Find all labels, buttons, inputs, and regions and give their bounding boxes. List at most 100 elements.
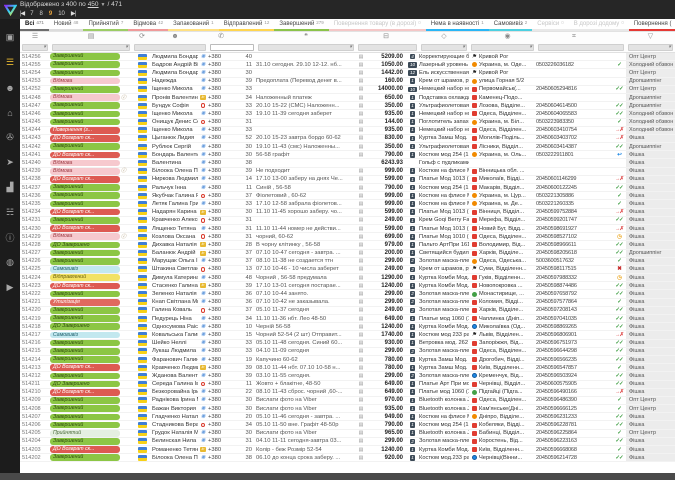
filter-phone[interactable] — [210, 44, 254, 51]
filter-total[interactable] — [358, 44, 417, 51]
invoice-icon[interactable]: ▤ — [356, 396, 366, 404]
page-button-10[interactable]: 10 — [58, 10, 65, 18]
sidebar-item-settings[interactable]: ☵ — [0, 200, 20, 225]
tracking-number[interactable]: 20450598117515 — [536, 265, 612, 273]
tab-В дорозі додому[interactable]: В дорозі додому0 — [569, 19, 629, 31]
city-column-icon[interactable]: ◉ — [479, 32, 536, 42]
invoice-icon[interactable]: ▤ — [356, 126, 366, 134]
phone-number[interactable]: +380 — [208, 298, 234, 306]
tracking-number[interactable]: 20450596231233 — [536, 413, 612, 421]
invoice-icon[interactable]: ▤ — [356, 151, 366, 159]
phone-number[interactable]: +380 — [208, 94, 234, 102]
phone-number[interactable]: +380 — [208, 69, 234, 77]
tracking-number[interactable]: 20450604065583 — [536, 110, 612, 118]
filter-id[interactable]: ▾ — [22, 44, 48, 51]
phone-number[interactable]: +380 — [208, 265, 234, 273]
phone-number[interactable]: +380 — [208, 274, 234, 282]
display-range[interactable]: Відображено з 400 по 450 ▼ / 471 — [20, 1, 122, 9]
phone-number[interactable]: +380 — [208, 225, 234, 233]
phone-number[interactable]: +380 — [208, 396, 234, 404]
tab-Відправлений[interactable]: Відправлений12 — [219, 19, 275, 31]
first-page-button[interactable]: |◀ — [20, 10, 24, 18]
invoice-icon[interactable]: ▤ — [356, 134, 366, 142]
invoice-icon[interactable]: ▤ — [356, 257, 366, 265]
phone-number[interactable]: +380 — [208, 61, 234, 69]
invoice-icon[interactable]: ▤ — [356, 454, 366, 462]
tracking-number[interactable]: 20450597577864 — [536, 298, 612, 306]
invoice-icon[interactable]: ▤ — [356, 364, 366, 372]
invoice-icon[interactable]: ▤ — [356, 102, 366, 110]
tab-Прийнятий[interactable]: Прийнятий7 — [83, 19, 128, 31]
source-column-icon[interactable]: ⟳ — [132, 32, 152, 42]
invoice-icon[interactable]: ▤ — [356, 69, 366, 77]
tab-Запакований[interactable]: Запакований1 — [168, 19, 219, 31]
phone-number[interactable]: +380 — [208, 102, 234, 110]
invoice-icon[interactable]: ▤ — [356, 61, 366, 69]
invoice-icon[interactable]: ▤ — [356, 331, 366, 339]
tracking-number[interactable]: 0503223983350 — [536, 118, 612, 126]
filter-customer[interactable] — [134, 44, 206, 51]
invoice-icon[interactable]: ▤ — [356, 175, 366, 183]
phone-number[interactable]: +380 — [208, 208, 234, 216]
sidebar-item-marketing[interactable]: ➤ — [0, 150, 20, 175]
comment-column-icon[interactable]: ❝ — [256, 32, 356, 42]
invoice-icon[interactable]: ▤ — [356, 241, 366, 249]
phone-number[interactable]: +380 — [208, 323, 234, 331]
invoice-icon[interactable]: ▤ — [356, 339, 366, 347]
phone-number[interactable]: +380 — [208, 282, 234, 290]
invoice-icon[interactable]: ▤ — [356, 85, 366, 93]
tracking-number[interactable]: 20450596668068 — [536, 446, 612, 454]
phone-number[interactable]: +380 — [208, 143, 234, 151]
tab-Відмова[interactable]: Відмова42 — [128, 19, 168, 31]
invoice-icon[interactable]: ▤ — [356, 53, 366, 61]
phone-number[interactable]: +380 — [208, 200, 234, 208]
phone-number[interactable]: +380 — [208, 134, 234, 142]
display-range-value[interactable]: 450 — [88, 1, 99, 9]
tracking-column-icon[interactable]: ⌗ — [536, 32, 612, 42]
invoice-icon[interactable]: ▤ — [356, 265, 366, 273]
invoice-icon[interactable]: ▤ — [356, 446, 366, 454]
invoice-icon[interactable]: ▤ — [356, 298, 366, 306]
tab-Самовивіз[interactable]: Самовивіз2 — [489, 19, 533, 31]
invoice-icon[interactable]: ▤ — [356, 94, 366, 102]
invoice-icon[interactable]: ▤ — [356, 216, 366, 224]
tracking-number[interactable]: 20450597988332 — [536, 274, 612, 282]
tracking-number[interactable]: 20450605294816 — [536, 85, 612, 93]
tracking-number[interactable]: 0503221305886 — [536, 192, 612, 200]
last-page-button[interactable]: ▶| — [71, 10, 75, 18]
filter-comment[interactable]: ▾ — [258, 44, 354, 51]
tracking-number[interactable]: 0503221260335 — [536, 200, 612, 208]
phone-number[interactable]: +380 — [208, 339, 234, 347]
product-column-icon[interactable]: ◇ — [419, 32, 469, 42]
phone-number[interactable]: +380 — [208, 356, 234, 364]
tracking-number[interactable]: 20450601146299 — [536, 175, 612, 183]
sidebar-item-info[interactable]: ⓘ — [0, 225, 20, 250]
filter-product[interactable]: ▾ — [421, 44, 467, 51]
phone-number[interactable]: +380 — [208, 446, 234, 454]
invoice-icon[interactable]: ▤ — [356, 167, 366, 175]
page-button-7[interactable]: 7 — [30, 10, 33, 18]
phone-number[interactable]: +380 — [208, 151, 234, 159]
invoice-icon[interactable]: ▤ — [356, 249, 366, 257]
tracking-number[interactable]: 20450598869265 — [536, 323, 612, 331]
tracking-number[interactable]: 20450596566235 — [536, 356, 612, 364]
tracking-number[interactable]: 20450597658792 — [536, 290, 612, 298]
tracking-number[interactable]: 20450600122245 — [536, 184, 612, 192]
phone-number[interactable]: +380 — [208, 110, 234, 118]
invoice-icon[interactable]: ▤ — [356, 405, 366, 413]
invoice-icon[interactable]: ▤ — [356, 429, 366, 437]
sidebar-item-integrations[interactable]: ◍ — [0, 250, 20, 275]
tracking-number[interactable]: 20450599201747 — [536, 216, 612, 224]
tracking-number[interactable]: 20450596225864 — [536, 429, 612, 437]
tab-Завершений[interactable]: Завершений279 — [274, 19, 328, 31]
phone-number[interactable]: +380 — [208, 53, 234, 61]
sidebar-item-orders[interactable]: ☰ — [0, 50, 20, 75]
tracking-number[interactable]: 20450604614500 — [536, 102, 612, 110]
phone-number[interactable]: +380 — [208, 126, 234, 134]
filter-channel[interactable]: ▾ — [628, 44, 673, 51]
invoice-icon[interactable]: ▤ — [356, 184, 366, 192]
phone-number[interactable]: +380 — [208, 347, 234, 355]
invoice-icon[interactable]: ▤ — [356, 306, 366, 314]
tracking-number[interactable]: 5003600517632 — [536, 257, 612, 265]
phone-number[interactable]: +380 — [208, 380, 234, 388]
